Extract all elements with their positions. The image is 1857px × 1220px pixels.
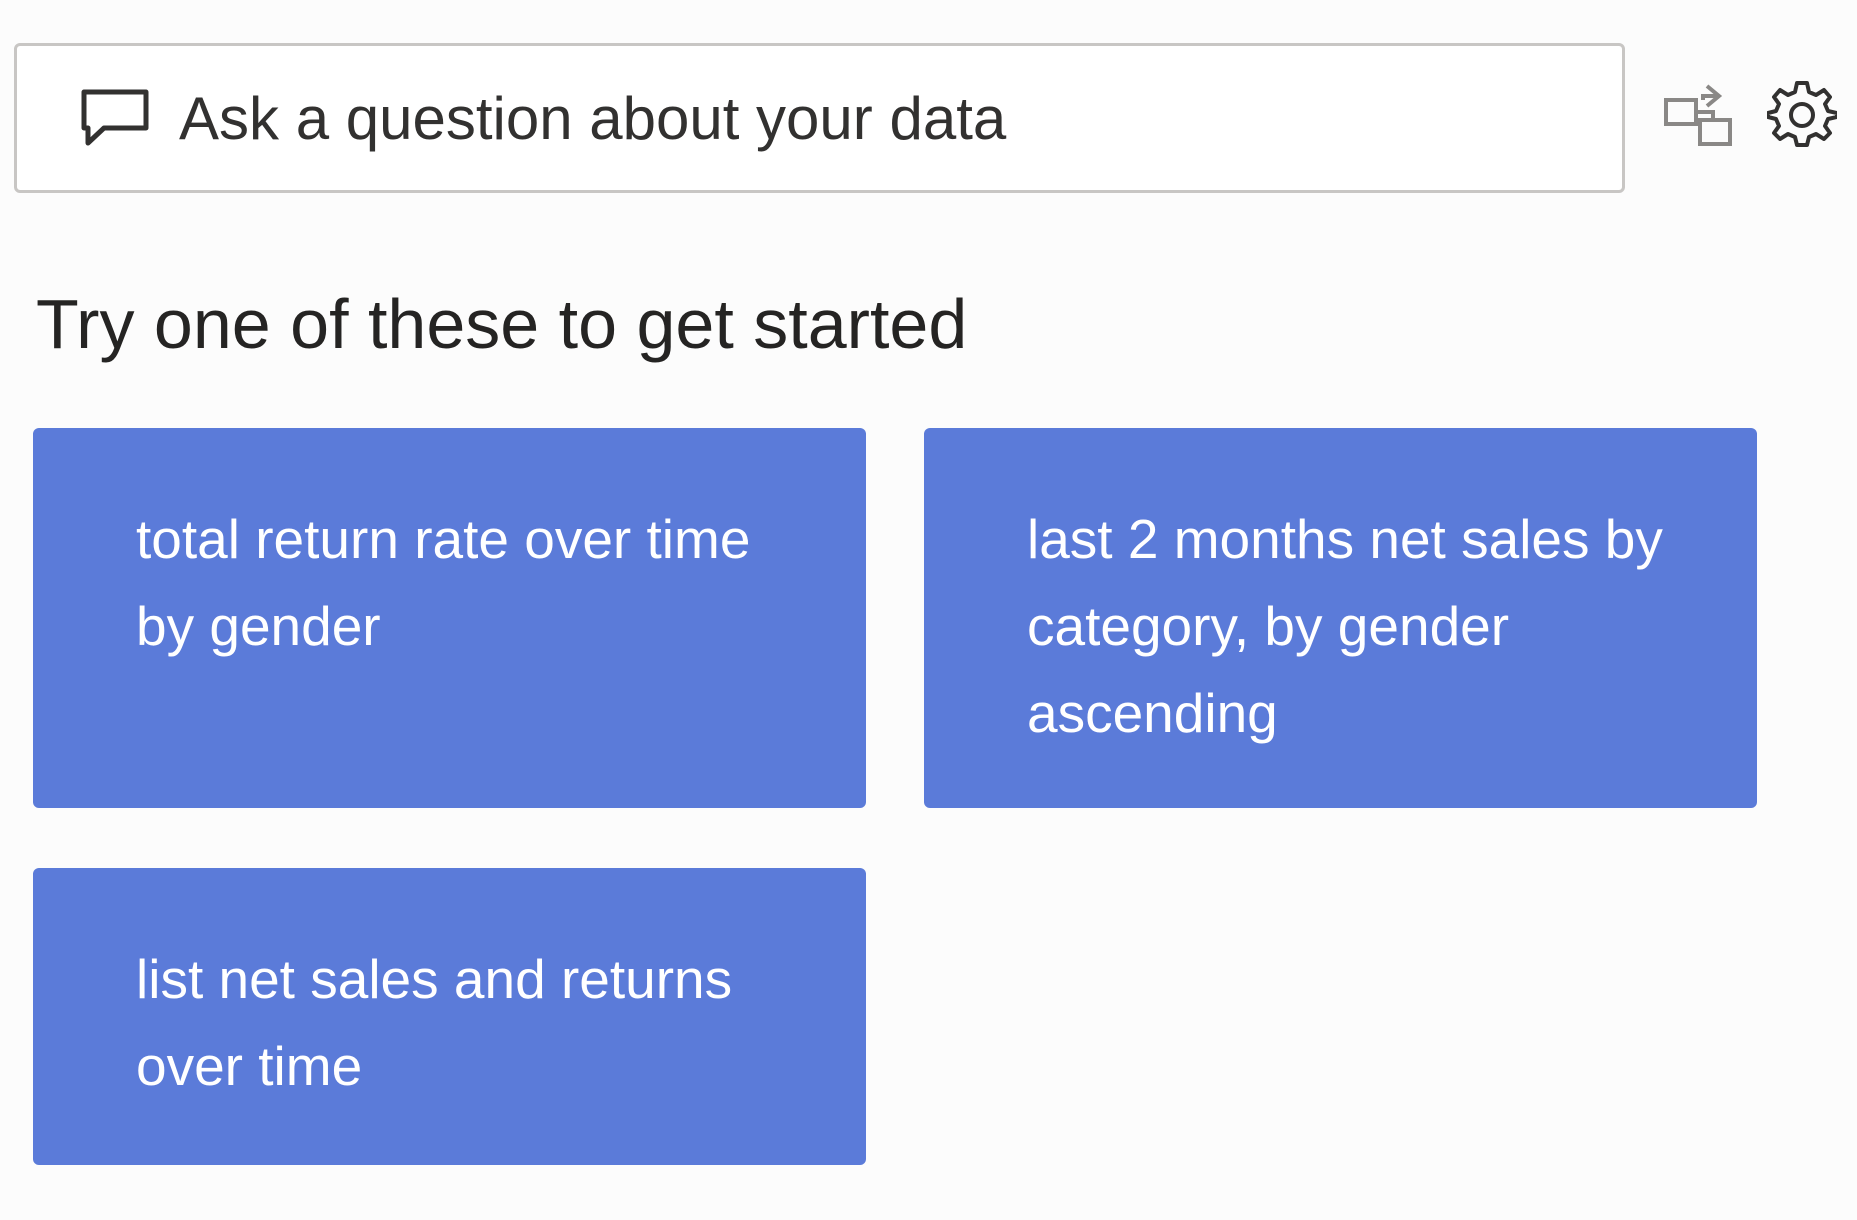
suggestion-label: last 2 months net sales by category, by … <box>1027 508 1663 744</box>
gear-icon <box>1766 80 1839 155</box>
share-icon <box>1663 82 1735 153</box>
share-button[interactable] <box>1660 82 1738 152</box>
chat-bubble-icon <box>77 85 153 151</box>
suggestion-label: total return rate over time by gender <box>136 508 751 657</box>
question-input[interactable] <box>179 73 1622 163</box>
qna-panel: Try one of these to get started total re… <box>0 0 1857 1220</box>
suggestion-tile[interactable]: last 2 months net sales by category, by … <box>924 428 1757 808</box>
suggestion-tile[interactable]: list net sales and returns over time <box>33 868 866 1165</box>
suggestions-heading: Try one of these to get started <box>36 285 968 363</box>
question-box[interactable] <box>14 43 1625 193</box>
suggestion-label: list net sales and returns over time <box>136 948 733 1097</box>
suggestion-tile[interactable]: total return rate over time by gender <box>33 428 866 808</box>
settings-button[interactable] <box>1763 78 1841 156</box>
